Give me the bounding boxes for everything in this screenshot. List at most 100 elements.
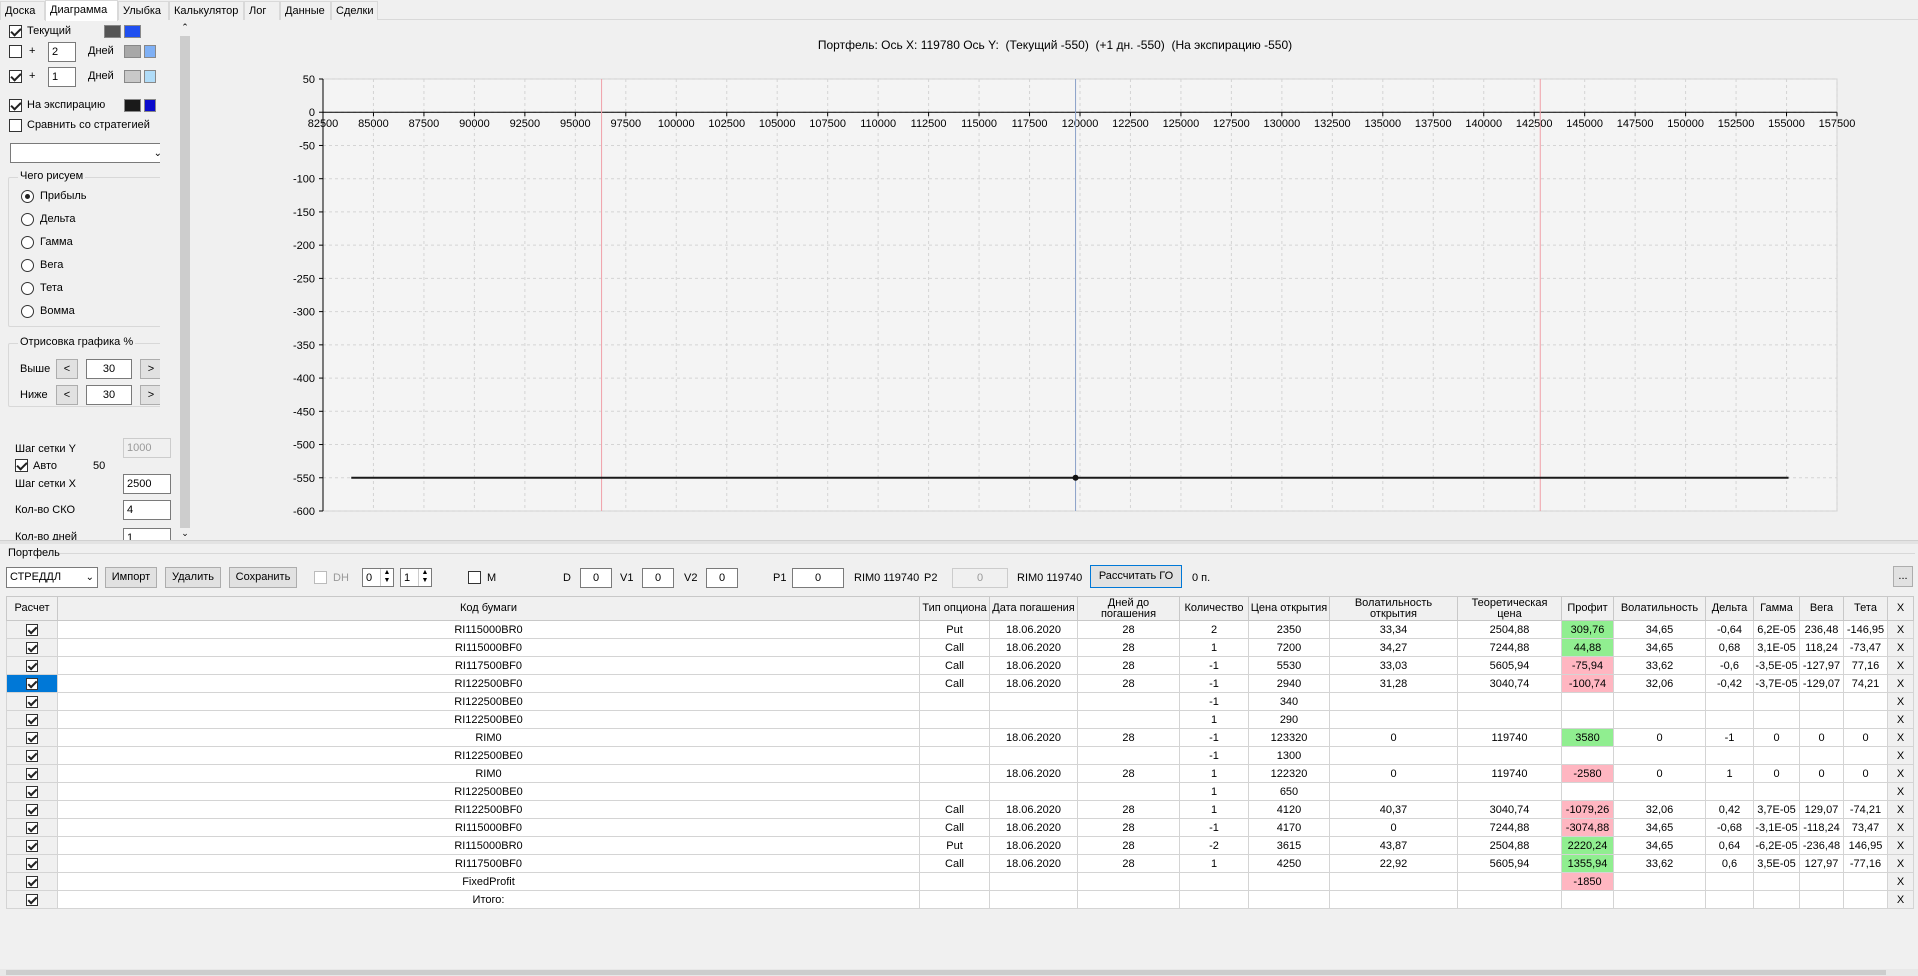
table-row[interactable]: RI115000BR0 Put 18.06.2020 28 2 2350 33,34 2504… [6, 620, 1914, 639]
calc-checkbox[interactable] [26, 857, 38, 870]
calc-checkbox[interactable] [26, 659, 38, 672]
calc-checkbox[interactable] [26, 767, 38, 780]
p2-input[interactable]: 0 [952, 568, 1008, 588]
calc-checkbox-cell[interactable] [6, 782, 58, 801]
column-header-12[interactable]: Гамма [1753, 596, 1800, 621]
delete-row-button[interactable]: X [1887, 890, 1914, 909]
save-button[interactable]: Сохранить [229, 567, 297, 588]
v2-input[interactable]: 0 [706, 568, 738, 588]
calc-checkbox-cell[interactable] [6, 710, 58, 729]
above-input[interactable]: 30 [86, 359, 132, 379]
radio-3[interactable] [21, 259, 34, 272]
column-header-4[interactable]: Дней до погашения [1077, 596, 1180, 621]
delete-row-button[interactable]: X [1887, 674, 1914, 693]
table-row[interactable]: RIM0 18.06.2020 28 -1 123320 0 119740 3580 0 -1 0 0… [6, 728, 1914, 747]
calc-checkbox-cell[interactable] [6, 800, 58, 819]
auto-checkbox[interactable] [15, 459, 28, 472]
delete-row-button[interactable]: X [1887, 692, 1914, 711]
expiry-checkbox[interactable] [9, 99, 22, 112]
dh-stepper-1-arrows[interactable]: ▲ ▼ [380, 569, 393, 586]
d-input[interactable]: 0 [580, 568, 612, 588]
days-1-input[interactable]: 1 [48, 67, 76, 87]
plus1-color-blue[interactable] [144, 70, 156, 83]
calc-checkbox-cell[interactable] [6, 620, 58, 639]
current-color-gray[interactable] [104, 25, 121, 38]
below-increase-button[interactable]: > [140, 385, 160, 405]
column-header-8[interactable]: Теоретическая цена [1457, 596, 1562, 621]
above-decrease-button[interactable]: < [56, 359, 78, 379]
scroll-up-icon[interactable]: ⌃ [179, 22, 191, 32]
delete-row-button[interactable]: X [1887, 764, 1914, 783]
column-header-14[interactable]: Тета [1843, 596, 1888, 621]
calc-checkbox-cell[interactable] [6, 764, 58, 783]
calc-checkbox-cell[interactable] [6, 728, 58, 747]
more-button[interactable]: ... [1893, 566, 1913, 587]
v1-input[interactable]: 0 [642, 568, 674, 588]
tab-2[interactable]: Улыбка [118, 1, 169, 20]
delete-row-button[interactable]: X [1887, 710, 1914, 729]
tab-3[interactable]: Калькулятор [169, 1, 244, 20]
column-header-10[interactable]: Волатильность [1613, 596, 1706, 621]
calc-checkbox[interactable] [26, 731, 38, 744]
calc-checkbox[interactable] [26, 803, 38, 816]
calc-checkbox[interactable] [26, 677, 38, 690]
column-header-15[interactable]: X [1887, 596, 1914, 621]
grid-x-input[interactable]: 2500 [123, 474, 171, 494]
calc-checkbox[interactable] [26, 695, 38, 708]
radio-5[interactable] [21, 305, 34, 318]
compare-strategy-select[interactable]: ⌄ [10, 143, 160, 163]
calculate-go-button[interactable]: Рассчитать ГО [1090, 565, 1182, 588]
calc-checkbox[interactable] [26, 713, 38, 726]
table-row[interactable]: RI122500BE0 1 290 X [6, 710, 1914, 729]
tab-4[interactable]: Лог [244, 1, 280, 20]
calc-checkbox[interactable] [26, 785, 38, 798]
calc-checkbox-cell[interactable] [6, 818, 58, 837]
tab-0[interactable]: Доска [0, 1, 45, 20]
compare-strategy-checkbox[interactable] [9, 119, 22, 132]
calc-checkbox-cell[interactable] [6, 890, 58, 909]
delete-row-button[interactable]: X [1887, 638, 1914, 657]
below-input[interactable]: 30 [86, 385, 132, 405]
calc-checkbox-cell[interactable] [6, 872, 58, 891]
column-header-3[interactable]: Дата погашения [989, 596, 1078, 621]
calc-checkbox-cell[interactable] [6, 692, 58, 711]
panel-splitter[interactable] [0, 540, 1918, 544]
plus-days-1-checkbox[interactable] [9, 70, 22, 83]
delete-row-button[interactable]: X [1887, 656, 1914, 675]
current-checkbox[interactable] [9, 25, 22, 38]
calc-checkbox[interactable] [26, 875, 38, 888]
tab-6[interactable]: Сделки [331, 1, 378, 20]
calc-checkbox[interactable] [26, 839, 38, 852]
column-header-13[interactable]: Вега [1799, 596, 1844, 621]
radio-0[interactable] [21, 190, 34, 203]
table-row[interactable]: RI115000BR0 Put 18.06.2020 28 -2 3615 43,87 250… [6, 836, 1914, 855]
delete-row-button[interactable]: X [1887, 728, 1914, 747]
days-count-input[interactable]: 1 [123, 528, 171, 540]
table-row[interactable]: RI122500BF0 Call 18.06.2020 28 1 4120 40,37 304… [6, 800, 1914, 819]
table-row[interactable]: Итого: X [6, 890, 1914, 909]
m-checkbox[interactable] [468, 571, 481, 584]
above-increase-button[interactable]: > [140, 359, 160, 379]
plus1-color-gray[interactable] [124, 70, 141, 83]
radio-4[interactable] [21, 282, 34, 295]
calc-checkbox-cell[interactable] [6, 746, 58, 765]
delete-row-button[interactable]: X [1887, 782, 1914, 801]
days-2-input[interactable]: 2 [48, 42, 76, 62]
column-header-6[interactable]: Цена открытия [1248, 596, 1330, 621]
table-row[interactable]: RI115000BF0 Call 18.06.2020 28 -1 4170 0 7244,8… [6, 818, 1914, 837]
calc-checkbox[interactable] [26, 623, 38, 636]
strategy-select[interactable]: СТРЕДДЛ ⌄ [6, 567, 98, 588]
p1-input[interactable]: 0 [792, 568, 844, 588]
table-row[interactable]: FixedProfit -1850 X [6, 872, 1914, 891]
table-row[interactable]: RI115000BF0 Call 18.06.2020 28 1 7200 34,27 724… [6, 638, 1914, 657]
delete-row-button[interactable]: X [1887, 872, 1914, 891]
column-header-1[interactable]: Код бумаги [57, 596, 920, 621]
import-button[interactable]: Импорт [105, 567, 157, 588]
calc-checkbox-cell[interactable] [6, 854, 58, 873]
grid-scrollbar-thumb[interactable] [6, 970, 1886, 975]
delete-row-button[interactable]: X [1887, 620, 1914, 639]
calc-checkbox[interactable] [26, 893, 38, 906]
dh-checkbox[interactable] [314, 571, 327, 584]
table-row[interactable]: RIM0 18.06.2020 28 1 122320 0 119740 -2580 0 1 0 0 0… [6, 764, 1914, 783]
calc-checkbox-cell[interactable] [6, 674, 58, 693]
